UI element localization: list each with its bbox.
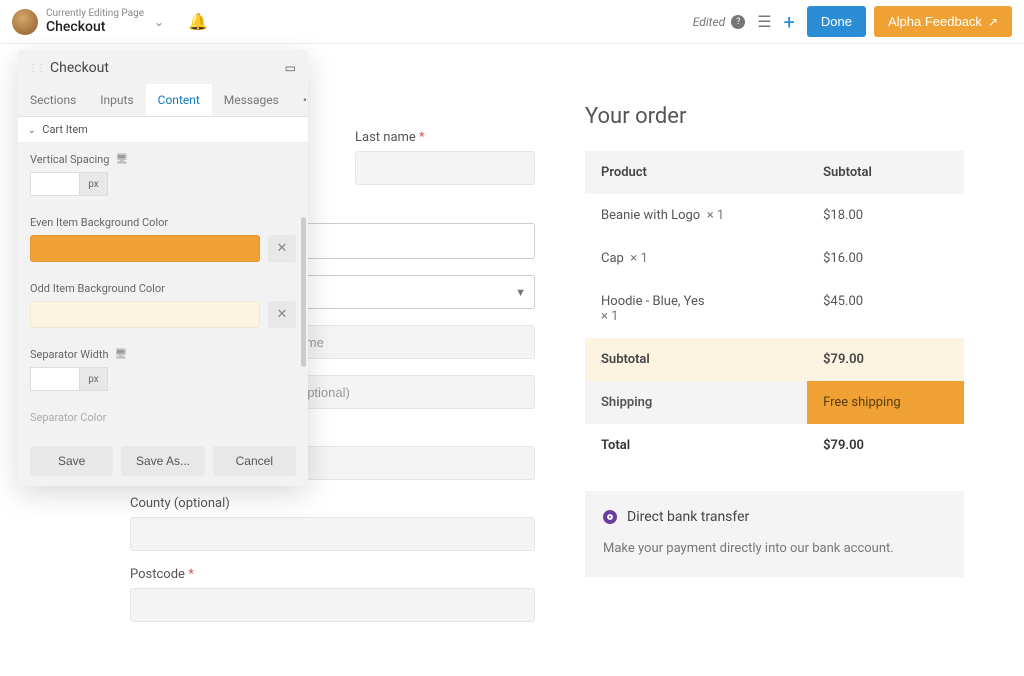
subtotal-row: Subtotal $79.00	[585, 338, 964, 381]
responsive-toggle-icon[interactable]: ▭	[285, 61, 296, 75]
label-vertical-spacing: Vertical Spacing 🖥	[30, 153, 296, 166]
panel-header[interactable]: ⋮⋮ Checkout ▭	[18, 50, 308, 84]
notifications-icon[interactable]: 🔔	[188, 12, 208, 31]
scrollbar[interactable]	[301, 217, 306, 367]
vertical-spacing-input[interactable]	[30, 172, 80, 196]
unit-label: px	[80, 172, 108, 196]
postcode-input[interactable]	[130, 588, 535, 622]
help-icon[interactable]: ?	[731, 15, 745, 29]
table-row: Cap × 1 $16.00	[585, 237, 964, 280]
total-row: Total $79.00	[585, 424, 964, 467]
chevron-down-icon[interactable]: ⌄	[154, 15, 164, 29]
responsive-icon[interactable]: 🖥	[115, 154, 128, 165]
tab-inputs[interactable]: Inputs	[88, 84, 145, 116]
panel-body: ⌄ Cart Item Vertical Spacing 🖥 px Even I…	[18, 117, 308, 436]
label-separator-color: Separator Color	[30, 411, 296, 424]
col-subtotal: Subtotal	[807, 151, 964, 194]
even-bg-color-swatch[interactable]	[30, 235, 260, 262]
odd-bg-color-swatch[interactable]	[30, 301, 260, 328]
tab-messages[interactable]: Messages	[212, 84, 291, 116]
alpha-feedback-button[interactable]: Alpha Feedback ↗	[874, 6, 1012, 37]
editing-label: Currently Editing Page	[46, 9, 144, 19]
label-even-bg: Even Item Background Color	[30, 216, 296, 229]
postcode-label: Postcode *	[130, 567, 535, 582]
cancel-button[interactable]: Cancel	[213, 446, 296, 476]
separator-width-input[interactable]	[30, 367, 80, 391]
order-table: Product Subtotal Beanie with Logo × 1 $1…	[585, 151, 964, 467]
responsive-icon[interactable]: 🖥	[115, 349, 128, 360]
clear-even-color[interactable]: ✕	[268, 235, 296, 262]
county-label: County (optional)	[130, 496, 535, 511]
settings-panel: ⋮⋮ Checkout ▭ Sections Inputs Content Me…	[18, 50, 308, 486]
save-as-button[interactable]: Save As...	[121, 446, 204, 476]
external-link-icon: ↗	[988, 15, 998, 29]
panel-footer: Save Save As... Cancel	[18, 436, 308, 486]
shipping-row: Shipping Free shipping	[585, 381, 964, 424]
last-name-label: Last name *	[355, 130, 535, 145]
payment-methods: Direct bank transfer Make your payment d…	[585, 491, 964, 577]
radio-selected-icon	[603, 510, 617, 524]
last-name-input[interactable]	[355, 151, 535, 185]
topbar: Currently Editing Page Checkout ⌄ 🔔 Edit…	[0, 0, 1024, 44]
payment-option-bank[interactable]: Direct bank transfer	[603, 509, 946, 525]
done-button[interactable]: Done	[807, 6, 866, 37]
save-button[interactable]: Save	[30, 446, 113, 476]
tab-content[interactable]: Content	[146, 84, 212, 116]
accordion-cart-item[interactable]: ⌄ Cart Item	[18, 117, 308, 143]
chevron-down-icon: ⌄	[28, 126, 36, 136]
tab-more-icon[interactable]: •••	[291, 84, 308, 116]
payment-description: Make your payment directly into our bank…	[603, 539, 946, 559]
alpha-feedback-label: Alpha Feedback	[888, 14, 982, 29]
page-context[interactable]: Currently Editing Page Checkout	[46, 9, 144, 35]
label-odd-bg: Odd Item Background Color	[30, 282, 296, 295]
order-title: Your order	[585, 104, 964, 129]
col-product: Product	[585, 151, 807, 194]
page-title: Checkout	[46, 19, 144, 35]
app-logo	[12, 9, 38, 35]
panel-title: Checkout	[50, 60, 285, 76]
table-row: Hoodie - Blue, Yes× 1 $45.00	[585, 280, 964, 338]
county-input[interactable]	[130, 517, 535, 551]
add-module-icon[interactable]: +	[784, 10, 795, 34]
label-separator-width: Separator Width 🖥	[30, 348, 296, 361]
drag-handle-icon[interactable]: ⋮⋮	[28, 63, 44, 74]
payment-label: Direct bank transfer	[627, 509, 749, 525]
edited-status: Edited	[693, 15, 725, 29]
tab-sections[interactable]: Sections	[18, 84, 88, 116]
outline-icon[interactable]: ☰	[757, 12, 771, 31]
panel-tabs: Sections Inputs Content Messages •••	[18, 84, 308, 117]
clear-odd-color[interactable]: ✕	[268, 301, 296, 328]
unit-label: px	[80, 367, 108, 391]
order-summary: Your order Product Subtotal Beanie with …	[585, 104, 964, 638]
table-row: Beanie with Logo × 1 $18.00	[585, 194, 964, 237]
